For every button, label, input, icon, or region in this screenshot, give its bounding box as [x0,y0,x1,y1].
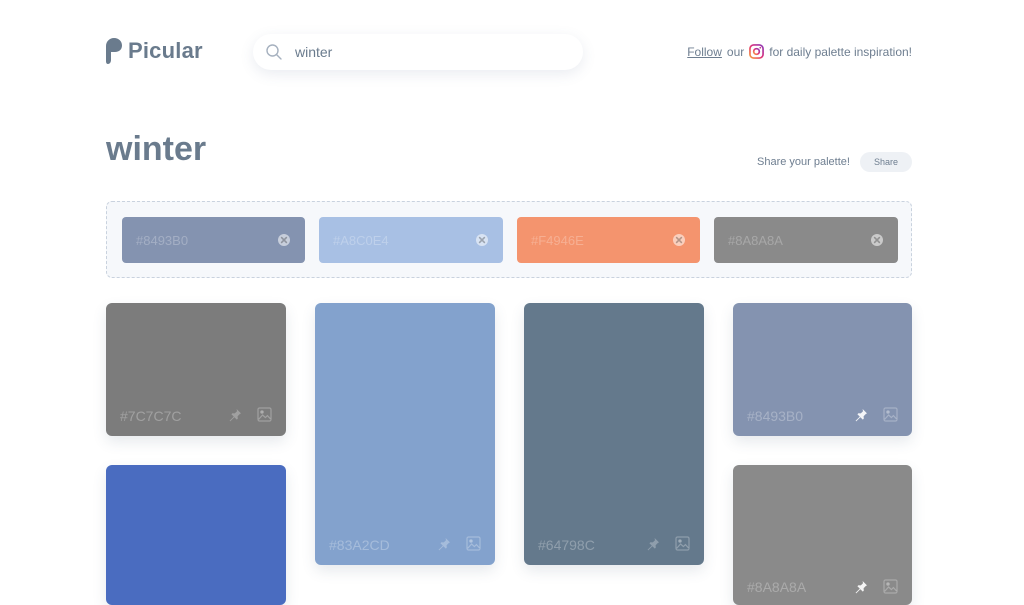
remove-color-icon[interactable] [277,233,291,247]
palette-slot-hex: #A8C0E4 [333,232,389,248]
color-card-hex: #64798C [538,537,595,553]
share-label: Share your palette! [757,156,850,168]
search-bar[interactable] [253,34,583,70]
promo-text-tail: for daily palette inspiration! [769,44,912,59]
palette-slot-hex: #F4946E [531,232,584,248]
brand-name: Picular [128,38,203,63]
color-card[interactable]: #7C7C7C [106,303,286,436]
color-card-hex: #8A8A8A [747,579,807,595]
promo-text-our: our [726,44,745,59]
color-card-hex: #83A2CD [329,537,390,553]
share-row: Share your palette! Share [757,152,912,172]
search-input[interactable] [293,43,557,61]
palette-slot[interactable]: #8A8A8A [714,217,898,263]
color-card[interactable] [106,465,286,605]
pin-icon[interactable] [437,537,451,551]
color-card-hex: #8493B0 [747,408,804,424]
instagram-promo: Follow our for daily palette inspiration… [687,44,912,59]
picular-logo-icon [106,38,122,64]
image-icon[interactable] [883,579,898,594]
pin-icon[interactable] [854,408,868,422]
color-card[interactable]: #8493B0 [733,303,912,436]
remove-color-icon[interactable] [870,233,884,247]
remove-color-icon[interactable] [475,233,489,247]
palette-slot[interactable]: #F4946E [517,217,700,263]
image-icon[interactable] [675,536,690,551]
page-title: winter [106,130,207,168]
color-card-hex: #7C7C7C [120,408,182,424]
pin-icon[interactable] [854,580,868,594]
palette-slot-hex: #8493B0 [136,232,189,248]
color-card[interactable]: #64798C [524,303,704,565]
share-button[interactable]: Share [859,152,912,172]
pin-icon[interactable] [646,537,660,551]
image-icon[interactable] [883,407,898,422]
image-icon[interactable] [466,536,481,551]
follow-link[interactable]: Follow [687,45,722,59]
palette-bar: #8493B0 #A8C0E4 #F4946E #8A8A8A [106,201,912,278]
instagram-icon[interactable] [749,44,765,59]
search-icon [266,44,282,60]
palette-slot[interactable]: #A8C0E4 [319,217,503,263]
color-card[interactable]: #83A2CD [315,303,495,565]
pin-icon[interactable] [228,408,242,422]
image-icon[interactable] [257,407,272,422]
palette-slot[interactable]: #8493B0 [122,217,305,263]
palette-slot-hex: #8A8A8A [728,232,783,248]
remove-color-icon[interactable] [672,233,686,247]
color-card[interactable]: #8A8A8A [733,465,912,605]
logo[interactable]: Picular [106,38,203,64]
